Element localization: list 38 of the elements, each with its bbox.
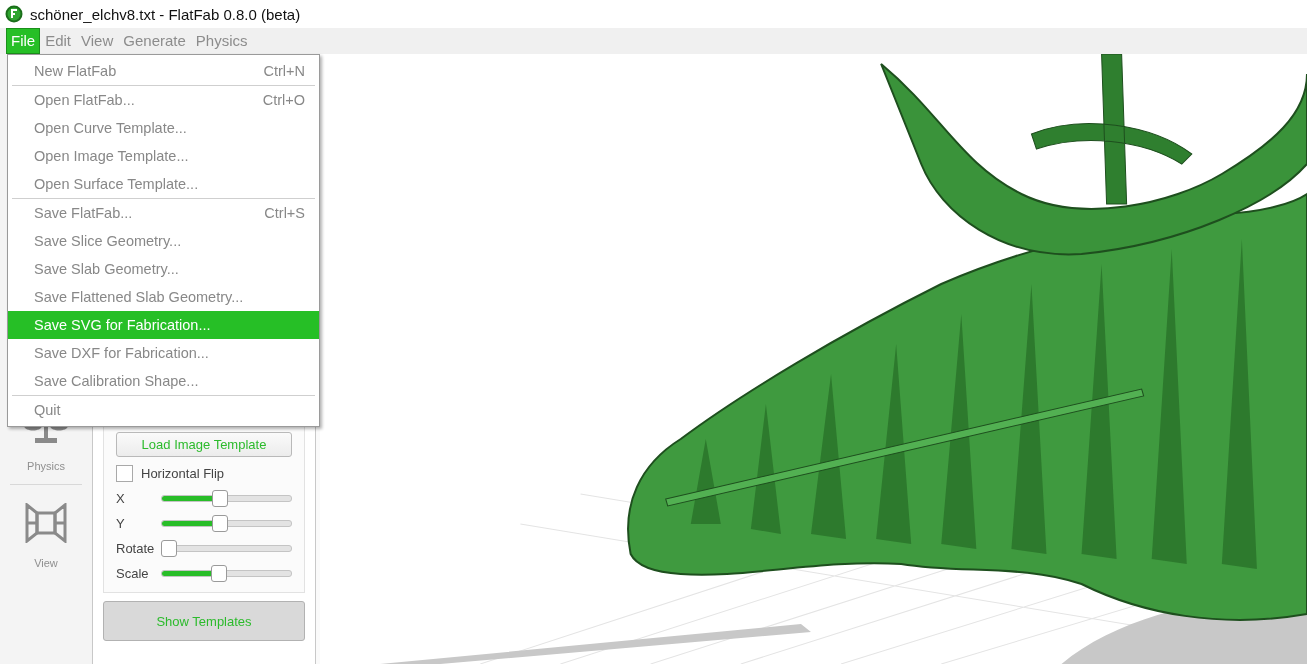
menu-entry[interactable]: Save DXF for Fabrication... bbox=[8, 339, 319, 367]
menu-entry[interactable]: Open Image Template... bbox=[8, 142, 319, 170]
horizontal-flip-label: Horizontal Flip bbox=[141, 466, 225, 481]
slider-thumb[interactable] bbox=[161, 540, 177, 557]
menu-entry[interactable]: Open Surface Template... bbox=[8, 170, 319, 198]
slider-label: Scale bbox=[116, 566, 150, 581]
menu-entry[interactable]: Save Calibration Shape... bbox=[8, 367, 319, 395]
menu-entry[interactable]: Open FlatFab... Ctrl+O bbox=[8, 86, 319, 114]
slider-thumb[interactable] bbox=[210, 565, 227, 582]
menu-entry[interactable]: Save FlatFab... Ctrl+S bbox=[8, 199, 319, 227]
menu-item[interactable]: Edit bbox=[41, 29, 76, 53]
slider[interactable] bbox=[161, 540, 292, 557]
slider-thumb[interactable] bbox=[211, 515, 228, 532]
horizontal-flip-checkbox[interactable] bbox=[116, 465, 133, 482]
menu-entry[interactable]: Quit bbox=[8, 396, 319, 424]
menu-entry[interactable]: New FlatFab Ctrl+N bbox=[8, 57, 319, 85]
menu-entry[interactable]: Save SVG for Fabrication... bbox=[8, 311, 319, 339]
menu-item[interactable]: View bbox=[77, 29, 118, 53]
slider-thumb[interactable] bbox=[211, 490, 228, 507]
tool-label: View bbox=[34, 557, 58, 569]
window-frame-icon[interactable] bbox=[25, 503, 67, 543]
slider-label: Rotate bbox=[116, 541, 156, 556]
load-image-template-button[interactable]: Load Image Template bbox=[116, 432, 292, 457]
menu-entry[interactable]: Open Curve Template... bbox=[8, 114, 319, 142]
menu-item[interactable]: Physics bbox=[191, 29, 252, 53]
menu-item[interactable]: File bbox=[7, 29, 40, 53]
slider[interactable] bbox=[161, 515, 292, 532]
slider-label: Y bbox=[116, 516, 126, 531]
slider-label: X bbox=[116, 491, 126, 506]
slider[interactable] bbox=[161, 490, 292, 507]
tool-label: Physics bbox=[27, 460, 65, 472]
app-logo-icon bbox=[5, 5, 23, 23]
menu-entry[interactable]: Save Slice Geometry... bbox=[8, 227, 319, 255]
menu-entry[interactable]: Save Slab Geometry... bbox=[8, 255, 319, 283]
slider[interactable] bbox=[161, 565, 292, 582]
window-title: schöner_elchv8.txt - FlatFab 0.8.0 (beta) bbox=[30, 5, 301, 23]
menu-entry[interactable]: Save Flattened Slab Geometry... bbox=[8, 283, 319, 311]
menu-item[interactable]: Generate bbox=[119, 29, 190, 53]
